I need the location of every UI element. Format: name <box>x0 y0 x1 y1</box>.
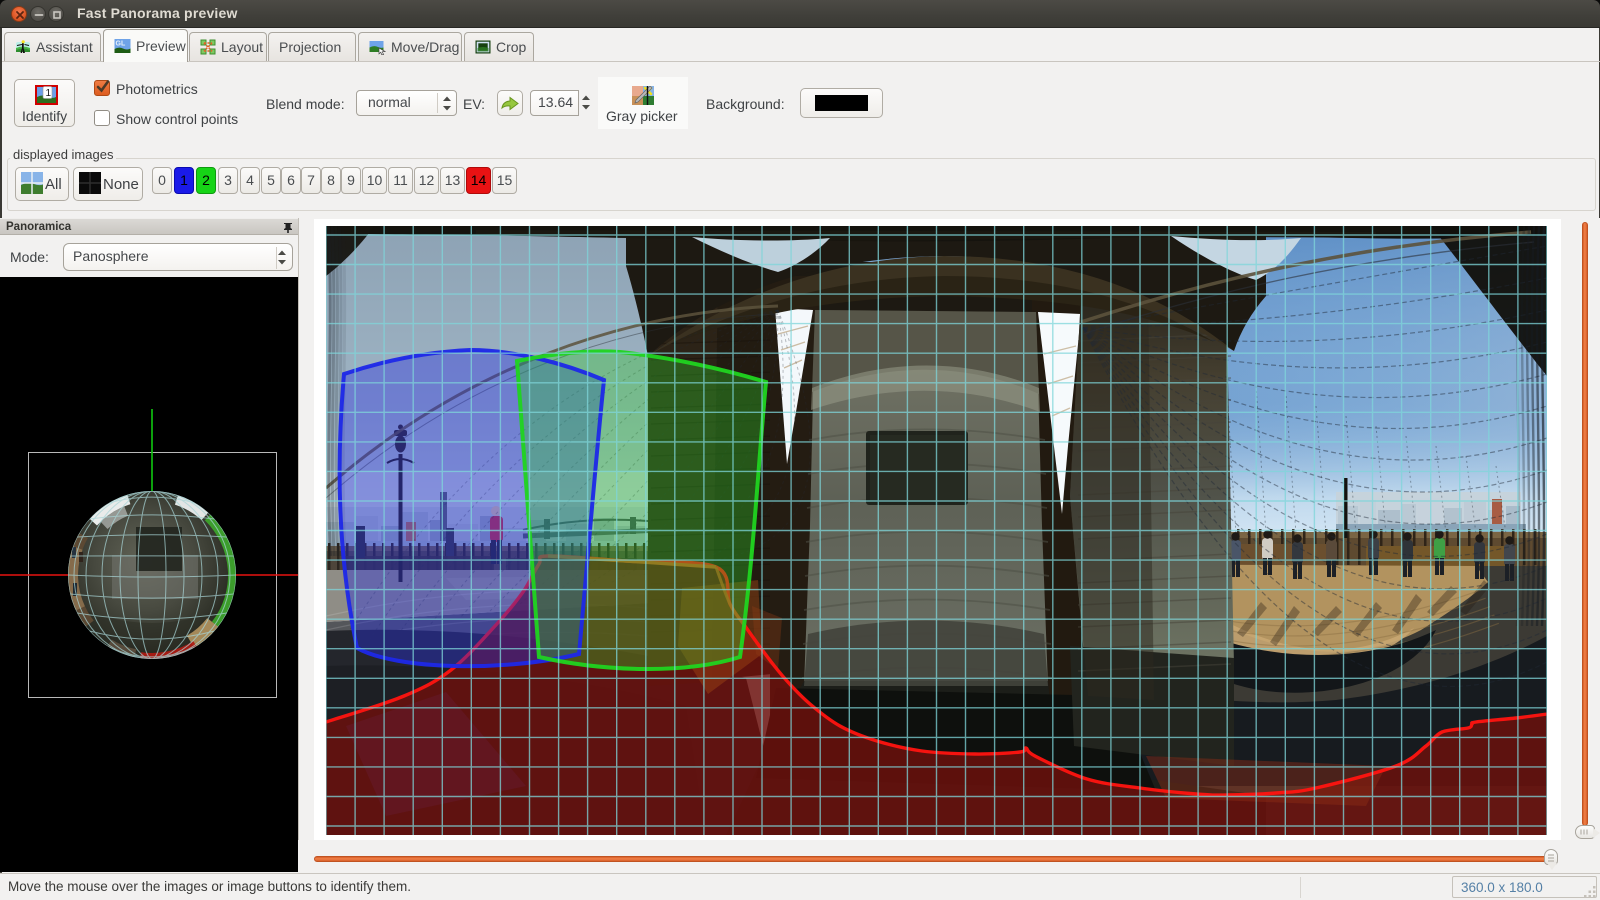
svg-text:1: 1 <box>46 88 52 99</box>
svg-text:GL: GL <box>116 41 126 48</box>
